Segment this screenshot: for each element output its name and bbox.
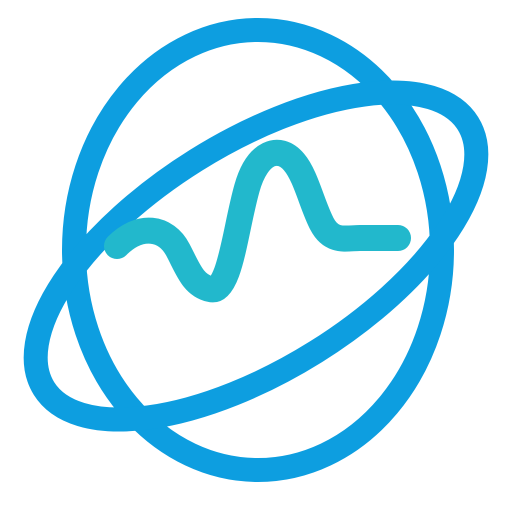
logo-canvas	[0, 0, 512, 512]
planet-wave-logo	[23, 18, 489, 482]
planet-ring	[23, 80, 489, 432]
